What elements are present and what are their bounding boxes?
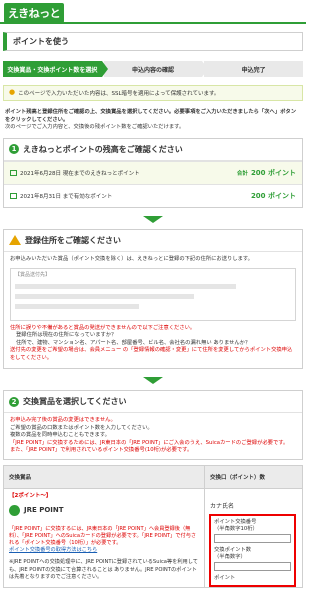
points-input[interactable] — [214, 561, 291, 571]
balance-value: 200 ポイント — [250, 191, 296, 200]
intro-line: 次のページでご入力内容と、交換後の残ポイント数をご確認いただけます。 — [5, 124, 185, 130]
exchange-number-help-link[interactable]: ポイント交換番号の取得方法はこちら — [9, 547, 199, 554]
item-text: ※JRE POINTへの交換処理中に、JRE POINTに登録されているSuic… — [9, 559, 198, 580]
address-notes: 住所に誤りや不備があると賞品の発送ができませんので以下ご注意ください。 登録住所… — [10, 325, 296, 363]
address-note: 住所で、建物、マンション名、アパート名、部屋番号、ビル名、会社名の漏れ無い あり… — [16, 339, 251, 346]
redacted-address — [15, 303, 140, 309]
redacted-address — [15, 293, 195, 299]
address-section: 登録住所をご確認ください お申込みいただいた賞品（ポイント交換を除く）は、えきね… — [3, 228, 303, 369]
address-heading: 登録住所をご確認ください — [4, 230, 302, 252]
exchange-heading: 2 交換賞品を選択してください — [4, 391, 302, 413]
step-complete: 申込完了 — [204, 61, 304, 77]
address-lead: お申込みいただいた賞品（ポイント交換を除く）は、えきねっとに登録の下記の住所にお… — [10, 255, 253, 262]
balance-value: 200 ポイント — [250, 168, 296, 177]
exchange-notes: お申込み完了後の賞品の変更はできません。 ご希望の賞品の口数またはポイント数を入… — [4, 413, 302, 459]
header: えきねっと — [0, 0, 306, 24]
step-number-2-icon: 2 — [9, 396, 19, 407]
exchange-note: お申込み完了後の賞品の変更はできません。 — [10, 417, 116, 423]
total-prefix: 合計 — [236, 170, 248, 177]
balance-row: 2021年8月31日 まで有効なポイント 200 ポイント — [4, 183, 302, 207]
exchange-note: 「JRE POINT」に交換するためには、JR東日本の「JRE POINT」にご… — [10, 439, 289, 446]
table-header-item: 交換賞品 — [4, 465, 204, 489]
item-name: JRE POINT — [24, 506, 64, 514]
item-notice: 「JRE POINT」に交換するには、JR東日本の「JRE POINT」へ会員登… — [9, 525, 197, 546]
points-label: 交換ポイント数 — [214, 546, 252, 553]
exchange-table: 交換賞品 【2ポイント〜】 JRE POINT 「JRE POINT」に交換する… — [3, 464, 303, 588]
address-box: 【賞品送付先】 — [10, 267, 296, 321]
item-caption: 【2ポイント〜】 — [9, 492, 52, 499]
exchange-note: 複数の賞品を同時申込むこともできます。 — [10, 432, 110, 438]
balance-heading-text: えきねっとポイントの残高をご確認ください — [23, 144, 183, 154]
balance-row-label: 2021年8月31日 まで有効なポイント — [20, 193, 113, 200]
address-note: 登録住所は現在の住所になっていますか？ — [16, 332, 117, 338]
down-arrow-icon — [143, 377, 163, 384]
step-number-1-icon: 1 — [9, 144, 19, 154]
points-unit: ポイント — [214, 574, 236, 581]
balance-heading: 1 えきねっとポイントの残高をご確認ください — [4, 139, 302, 161]
down-arrow-icon — [143, 215, 163, 223]
exchange-section: 2 交換賞品を選択してください お申込み完了後の賞品の変更はできません。 ご希望… — [3, 390, 303, 460]
balance-section: 1 えきねっとポイントの残高をご確認ください 2021年6月28日 現在までのえ… — [3, 137, 303, 208]
exchange-number-sub: （半角数字10桁） — [214, 525, 258, 532]
page-title: ポイントを使う — [3, 32, 303, 51]
step-label: 交換賞品・交換ポイント数を選択 — [7, 66, 98, 74]
exchange-note: また、「JRE POINT」で利用されているポイント交換番号(10桁)が必要です… — [10, 447, 193, 453]
exchange-heading-text: 交換賞品を選択してください — [23, 397, 127, 406]
balance-row-label: 2021年6月28日 現在までのえきねっとポイント — [20, 170, 140, 177]
address-box-label: 【賞品送付先】 — [15, 271, 51, 278]
redacted-address — [15, 283, 236, 289]
step-label: 申込内容の確認 — [132, 66, 175, 74]
exchange-note: ご希望の賞品の口数またはポイント数を入力してください。 — [10, 424, 153, 431]
warning-icon — [9, 235, 21, 245]
points-sub: （半角数字） — [214, 553, 246, 560]
jre-logo-icon — [9, 504, 20, 516]
exchange-input-box: ポイント交換番号 （半角数字10桁） 交換ポイント数 （半角数字） ポイント — [209, 513, 296, 587]
ssl-notice: ● このページで入力いただいた内容は、SSL暗号を適用によって保護されています。 — [3, 85, 303, 101]
address-heading-text: 登録住所をご確認ください — [25, 235, 121, 245]
address-note: 住所に誤りや不備があると賞品の発送ができませんので以下ご注意ください。 — [10, 324, 196, 331]
step-label: 申込完了 — [241, 66, 266, 74]
step-select: 交換賞品・交換ポイント数を選択 — [3, 61, 108, 77]
lock-icon: ● — [9, 88, 16, 96]
table-header-quantity: 交換口（ポイント）数 — [205, 465, 302, 489]
jre-point-item: JRE POINT — [4, 499, 204, 522]
progress-steps: 交換賞品・交換ポイント数を選択 申込内容の確認 申込完了 — [3, 61, 304, 77]
ssl-notice-text: このページで入力いただいた内容は、SSL暗号を適用によって保護されています。 — [18, 91, 220, 97]
ekinet-logo[interactable]: えきねっと — [4, 3, 65, 23]
exchange-number-input[interactable] — [214, 533, 291, 543]
intro-line: ポイント残高と登録住所をご確認の上、交換賞品を選択してください。必要事項をご入力… — [5, 109, 297, 123]
kana-name-label: カナ氏名 — [210, 502, 235, 510]
calendar-icon — [10, 192, 17, 199]
intro-text: ポイント残高と登録住所をご確認の上、交換賞品を選択してください。必要事項をご入力… — [5, 109, 301, 132]
address-note: 送付先の変更をご希望の場合は、会員メニュー の「登録情報の確認・変更」にて住所を… — [10, 347, 293, 361]
calendar-icon — [10, 169, 17, 176]
exchange-number-label: ポイント交換番号 — [214, 518, 257, 525]
balance-row: 2021年6月28日 現在までのえきねっとポイント 合計 200 ポイント — [4, 160, 302, 184]
step-confirm: 申込内容の確認 — [103, 61, 209, 77]
